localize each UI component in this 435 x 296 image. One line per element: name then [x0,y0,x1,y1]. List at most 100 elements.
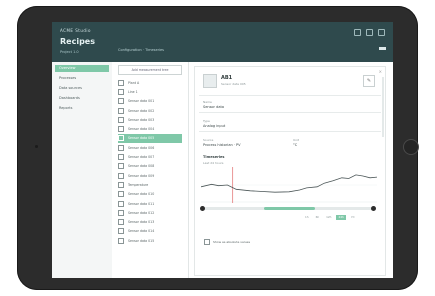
tree-row-label: Sensor data 004 [128,127,155,132]
tree-row[interactable]: Sensor data 014 [118,227,182,236]
tree-row[interactable]: Sensor data 015 [118,236,182,245]
tree-row-label: Sensor data 015 [128,238,155,243]
field-label-name: Name [203,100,212,104]
tree-row-label: Sensor data 014 [128,229,155,234]
add-tree-button[interactable]: Add measurement tree [118,65,182,75]
range-option[interactable]: 1h [303,215,311,220]
settings-icon[interactable] [366,29,373,36]
field-value-source[interactable]: Process historian · PV [203,143,241,147]
tree-row-label: Sensor data 010 [128,192,155,197]
divider [199,112,381,113]
node-icon [118,98,124,105]
absolute-values-label: Show as absolute values [213,240,251,244]
range-option[interactable]: 12h [324,215,333,220]
tree-row-label: Sensor data 001 [128,99,155,104]
node-icon [118,209,124,216]
node-icon [118,181,124,188]
field-value-unit[interactable]: °C [293,143,297,147]
tree-row[interactable]: Sensor data 009 [118,171,182,180]
edit-button[interactable]: ✎ [363,75,375,87]
tree-row-label: Sensor data 013 [128,220,155,225]
tree-row-label: Sensor data 012 [128,210,155,215]
tree-row[interactable]: Plant A [118,78,182,87]
tree-row[interactable]: Sensor data 006 [118,143,182,152]
tree-row-label: Plant A [128,80,140,85]
node-icon [118,172,124,179]
nav-item-processes[interactable]: Processes [55,75,109,82]
divider [199,95,381,96]
nav-item-dashboards[interactable]: Dashboards [55,95,109,102]
tree-row-label: Line 1 [128,89,138,94]
tree-row[interactable]: Temperature [118,180,182,189]
tree-row-label: Sensor data 009 [128,173,155,178]
tree-row[interactable]: Sensor data 001 [118,97,182,106]
node-icon [118,135,124,142]
screen: ACME Studio Recipes Project 1.0 Configur… [52,22,393,278]
node-icon [118,107,124,114]
user-icon[interactable] [378,29,385,36]
range-option[interactable]: 24h [336,215,346,220]
top-bar: ACME Studio Recipes Project 1.0 Configur… [52,22,393,62]
item-avatar [203,74,217,88]
tree-row[interactable]: Sensor data 010 [118,190,182,199]
node-icon [118,219,124,226]
timeline-start-handle[interactable] [200,206,205,211]
node-icon [118,154,124,161]
field-label-unit: Unit [293,138,300,142]
chart-line [201,174,377,193]
tree-row[interactable]: Sensor data 011 [118,199,182,208]
node-icon [118,88,124,95]
notifications-icon[interactable] [354,29,361,36]
close-icon[interactable]: × [379,69,382,74]
tree-row[interactable]: Sensor data 003 [118,115,182,124]
tree-row-label: Sensor data 006 [128,145,155,150]
menu-icon[interactable] [379,47,386,50]
timeline-end-handle[interactable] [371,206,376,211]
tree-row[interactable]: Sensor data 008 [118,162,182,171]
timeseries-chart[interactable] [201,167,377,203]
tree-row[interactable]: Line 1 [118,87,182,96]
brand-name: ACME Studio [60,28,91,33]
tree-row[interactable]: Sensor data 002 [118,106,182,115]
field-value-type[interactable]: Analog input [203,124,225,128]
top-icons [354,29,385,36]
tree-row-label: Sensor data 011 [128,201,155,206]
nav-item-overview[interactable]: Overview [55,65,109,72]
field-label-type: Type [203,119,210,123]
app-subtitle: Project 1.0 [60,50,79,54]
tree-row[interactable]: Sensor data 004 [118,124,182,133]
node-icon [118,163,124,170]
home-button[interactable] [403,139,419,155]
detail-panel: × AB1 Sensor data 005 ✎ Name Sensor data… [189,62,393,278]
range-option[interactable]: 6h [314,215,322,220]
node-icon [118,237,124,244]
absolute-values-checkbox[interactable] [204,239,210,245]
node-icon [118,116,124,123]
section-subtitle: Last 24 hours [203,161,224,165]
nav-item-data-sources[interactable]: Data sources [55,85,109,92]
section-title: Timeseries [203,155,225,159]
tree-row[interactable]: Sensor data 012 [118,208,182,217]
tree-panel: Add measurement tree Plant A Line 1 Sensor… [112,62,189,278]
field-value-name[interactable]: Sensor data [203,105,224,109]
tree-row[interactable]: Sensor data 007 [118,152,182,161]
camera-icon [35,145,38,148]
timeline-range[interactable] [264,207,316,210]
absolute-values-option[interactable]: Show as absolute values [204,239,250,245]
node-icon [118,144,124,151]
item-name: AB1 [221,75,233,81]
tree-row[interactable]: Sensor data 013 [118,217,182,226]
node-icon [118,126,124,133]
tree-row[interactable]: Sensor data 005 [118,133,182,144]
tree-row-label: Temperature [128,182,149,187]
breadcrumb: Configuration · Timeseries [118,48,165,52]
detail-card: × AB1 Sensor data 005 ✎ Name Sensor data… [194,66,386,276]
scrollbar[interactable] [382,77,384,137]
tree-row-label: Sensor data 008 [128,164,155,169]
range-option[interactable]: 7d [349,215,357,220]
tree-row-label: Sensor data 002 [128,108,155,113]
range-buttons: 1h 6h 12h 24h 7d [303,215,356,220]
node-icon [118,200,124,207]
nav-item-reports[interactable]: Reports [55,105,109,112]
node-icon [118,228,124,235]
